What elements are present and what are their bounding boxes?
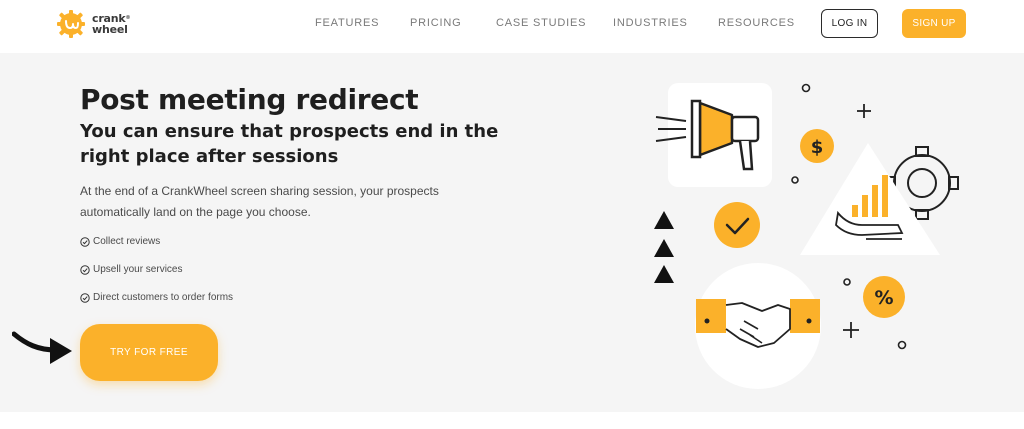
plus-icon <box>857 104 871 118</box>
nav-case-studies[interactable]: CASE STUDIES <box>496 17 586 29</box>
nav-pricing[interactable]: PRICING <box>410 17 461 29</box>
circle-dot-icon <box>843 278 851 286</box>
nav-features[interactable]: FEATURES <box>315 17 379 29</box>
curved-arrow-icon <box>12 331 72 364</box>
check-circle-icon <box>80 236 90 247</box>
check-coin-icon <box>714 202 760 248</box>
check-circle-icon <box>80 292 90 303</box>
signup-button[interactable]: SIGN UP <box>902 9 966 38</box>
logo-wordmark: crank® wheel <box>92 12 131 36</box>
try-for-free-button[interactable]: TRY FOR FREE <box>80 324 218 381</box>
nav-resources[interactable]: RESOURCES <box>718 17 795 29</box>
page-subtitle: You can ensure that prospects end in the… <box>80 121 499 167</box>
svg-text:$: $ <box>811 137 824 158</box>
circle-dot-icon <box>897 340 907 350</box>
hero-illustration: $ % <box>654 83 959 389</box>
dollar-coin-icon: $ <box>800 129 834 163</box>
site-header: crank® wheel FEATURES PRICING CASE STUDI… <box>0 0 1024 53</box>
checklist-item: Collect reviews <box>80 236 160 247</box>
hero-description: At the end of a CrankWheel screen sharin… <box>80 184 439 219</box>
login-button[interactable]: LOG IN <box>821 9 878 38</box>
circle-dot-icon <box>791 176 799 184</box>
nav-industries[interactable]: INDUSTRIES <box>613 17 688 29</box>
page-title: Post meeting redirect <box>80 83 419 116</box>
plus-icon <box>843 322 859 338</box>
crankwheel-logo-icon <box>57 10 85 38</box>
circle-dot-icon <box>801 83 811 93</box>
handshake-icon <box>695 263 821 389</box>
svg-text:%: % <box>874 287 893 309</box>
crankwheel-logo[interactable]: crank® wheel <box>56 9 131 39</box>
triangle-arrows-icon <box>654 211 674 283</box>
percent-coin-icon: % <box>863 276 905 318</box>
check-circle-icon <box>80 264 90 275</box>
checklist-item: Upsell your services <box>80 264 182 275</box>
megaphone-icon <box>655 83 772 187</box>
checklist-item: Direct customers to order forms <box>80 292 233 303</box>
